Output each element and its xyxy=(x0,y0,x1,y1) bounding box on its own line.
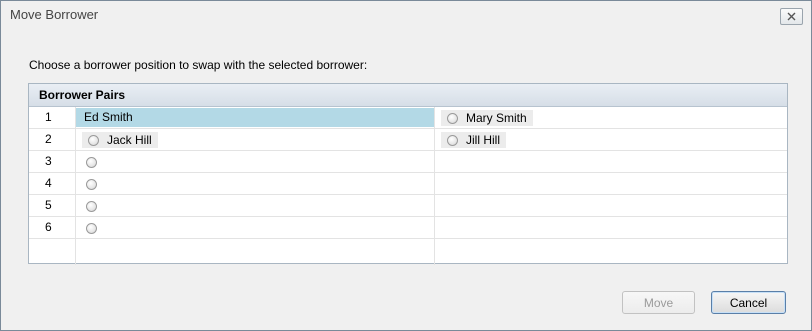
radio-button[interactable] xyxy=(86,200,97,212)
cancel-button[interactable]: Cancel xyxy=(711,291,786,314)
radio-option-position-5[interactable] xyxy=(86,198,97,214)
close-button[interactable] xyxy=(780,8,803,25)
radio-option-position-4[interactable] xyxy=(86,176,97,192)
coborrower-cell xyxy=(435,173,787,194)
window-title: Move Borrower xyxy=(10,7,99,22)
coborrower-cell-empty xyxy=(435,239,787,265)
coborrower-cell xyxy=(435,195,787,216)
radio-option-position-6[interactable] xyxy=(86,220,97,236)
move-borrower-dialog: Move Borrower Choose a borrower position… xyxy=(0,0,812,331)
row-number: 5 xyxy=(29,195,76,216)
move-button[interactable]: Move xyxy=(622,291,695,314)
coborrower-cell xyxy=(435,217,787,238)
close-icon xyxy=(787,12,796,21)
radio-option-jill-hill[interactable]: Jill Hill xyxy=(441,132,506,148)
borrower-cell: Jack Hill xyxy=(76,129,435,150)
coborrower-cell xyxy=(435,151,787,172)
row-number: 4 xyxy=(29,173,76,194)
radio-button[interactable] xyxy=(86,222,97,234)
row-number: 2 xyxy=(29,129,76,150)
radio-button[interactable] xyxy=(88,134,99,146)
radio-option-position-3[interactable] xyxy=(86,154,97,170)
title-bar: Move Borrower xyxy=(1,1,811,29)
row-number: 3 xyxy=(29,151,76,172)
table-row: 3 xyxy=(29,151,787,173)
empty-row xyxy=(29,239,787,265)
radio-label: Jack Hill xyxy=(107,133,152,147)
table-row: 2 Jack Hill Jill Hill xyxy=(29,129,787,151)
radio-button[interactable] xyxy=(447,112,458,124)
table-row: 6 xyxy=(29,217,787,239)
borrower-cell-empty xyxy=(76,239,435,265)
radio-label: Mary Smith xyxy=(466,111,527,125)
radio-option-jack-hill[interactable]: Jack Hill xyxy=(82,132,158,148)
borrower-cell: Ed Smith xyxy=(76,107,435,128)
row-number: 1 xyxy=(29,107,76,128)
radio-label: Jill Hill xyxy=(466,133,500,147)
selected-borrower: Ed Smith xyxy=(76,108,434,127)
coborrower-cell: Mary Smith xyxy=(435,107,787,128)
borrower-cell xyxy=(76,173,435,194)
table-row: 4 xyxy=(29,173,787,195)
borrower-cell xyxy=(76,151,435,172)
borrower-pairs-panel: Borrower Pairs 1 Ed Smith Mary Smith 2 J… xyxy=(28,83,788,265)
borrower-cell xyxy=(76,195,435,216)
radio-button[interactable] xyxy=(447,134,458,146)
panel-header: Borrower Pairs xyxy=(29,84,787,107)
coborrower-cell: Jill Hill xyxy=(435,129,787,150)
borrower-cell xyxy=(76,217,435,238)
table-row: 1 Ed Smith Mary Smith xyxy=(29,107,787,129)
row-number-empty xyxy=(29,239,76,265)
table-row: 5 xyxy=(29,195,787,217)
radio-button[interactable] xyxy=(86,178,97,190)
radio-option-mary-smith[interactable]: Mary Smith xyxy=(441,110,533,126)
instruction-text: Choose a borrower position to swap with … xyxy=(29,58,368,72)
row-number: 6 xyxy=(29,217,76,238)
radio-button[interactable] xyxy=(86,156,97,168)
